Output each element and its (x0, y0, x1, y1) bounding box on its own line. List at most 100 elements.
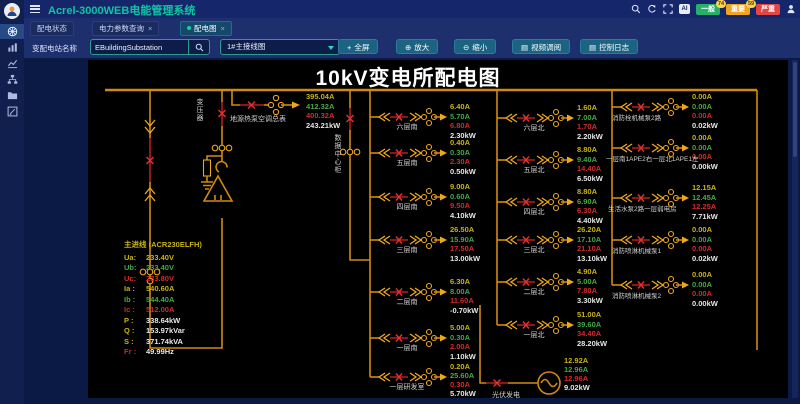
feeder-label: 一层研发室 (372, 382, 442, 392)
single-line-diagram-canvas: 10kV变电所配电图 (88, 60, 788, 398)
close-icon[interactable]: × (148, 24, 152, 33)
alarm-pill-general[interactable]: 一般74 (696, 4, 720, 15)
feeder-values: 8.80A9.40A14.40A6.50kW (577, 145, 623, 183)
transformer-label: 变压器 (194, 98, 204, 122)
control-log-button[interactable]: ▤控制日志 (580, 39, 638, 54)
feeder-label: 四层北 (503, 207, 565, 217)
ai-icon[interactable]: AI (679, 4, 690, 14)
cabinet-label: 数据中心柜 (332, 134, 342, 174)
feeder-values: 6.30A8.00A11.60A-0.70kW (450, 277, 496, 315)
alarm-label: 一般 (701, 6, 715, 13)
zoom-out-button[interactable]: ⊖缩小 (454, 39, 496, 54)
pv-label: 光伏发电 (476, 390, 536, 400)
active-dot-icon (187, 26, 191, 30)
bar-chart-icon (7, 42, 18, 53)
feeder-values: 9.00A0.60A9.50A4.10kW (450, 182, 496, 220)
button-label: 缩小 (472, 43, 487, 52)
refresh-icon[interactable] (647, 4, 657, 14)
feeder-values: 0.00A0.00A0.00A0.02kW (692, 92, 738, 130)
feeder-values: 51.00A39.60A34.40A28.20kW (577, 310, 623, 348)
sidebar-item-monitor[interactable] (0, 24, 24, 39)
plus-icon: + (347, 43, 351, 52)
feeder-label: 四层南 (376, 202, 438, 212)
user-icon[interactable] (786, 4, 796, 14)
feeder-label: 消防栓机械泵2路 (612, 112, 661, 122)
fullscreen-icon[interactable] (663, 4, 673, 14)
alarm-count-badge: 59 (746, 0, 756, 8)
button-label: 全屏 (354, 43, 369, 52)
feeder-values: 0.00A0.00A0.00A0.02kW (692, 225, 738, 263)
alarm-pill-critical[interactable]: 严重 (756, 4, 780, 15)
selected-diagram: 1#主接线图 (227, 42, 265, 51)
app-title: Acrel-3000WEB电能管理系统 (48, 2, 195, 18)
menu-icon[interactable] (30, 5, 40, 13)
acrel-3000web-app: Acrel-3000WEB电能管理系统 AI 一般74 重要59 严重 配电状态… (0, 0, 800, 404)
edit-icon (7, 106, 18, 117)
left-icon-sidebar (0, 0, 24, 404)
tab-distribution-diagram[interactable]: 配电图× (180, 21, 232, 36)
sitemap-icon (7, 74, 18, 85)
alarm-label: 重要 (731, 6, 745, 13)
station-search-input[interactable] (91, 40, 188, 54)
feeder-label: 六层南 (376, 122, 438, 132)
feeder-label: 一层南 (376, 343, 438, 353)
feeder-values: 0.00A0.00A0.00A0.00kW (692, 270, 738, 308)
user-avatar[interactable] (4, 3, 20, 19)
feeder-label: 三层南 (376, 245, 438, 255)
video-review-button[interactable]: ▤视频调阅 (512, 39, 570, 54)
tab-label: 配电状态 (37, 24, 67, 33)
search-button[interactable] (188, 40, 209, 54)
station-search-box (90, 39, 210, 55)
feeder-label: 消防喷淋机械泵1 (612, 245, 661, 255)
alarm-pill-important[interactable]: 重要59 (726, 4, 750, 15)
fullscreen-button[interactable]: +全屏 (338, 39, 378, 54)
button-label: 放大 (414, 43, 429, 52)
feeder-label: 二层南 (376, 297, 438, 307)
button-label: 视频调阅 (531, 43, 561, 52)
feeder-label: 一层北 (503, 330, 565, 340)
tab-label: 电力参数查询 (99, 24, 144, 33)
feeder-label: 二层北 (503, 287, 565, 297)
sidebar-item-trend[interactable] (0, 56, 24, 71)
pv-values: 12.92A12.96A12.96A9.02kW (564, 356, 610, 392)
feeder-values: 1.60A7.00A1.70A2.20kW (577, 103, 623, 141)
person-icon (6, 5, 18, 17)
main-incoming-panel: 主进线 (ACR230ELFH) Ua:233.40V Ub:233.40V U… (124, 240, 254, 358)
feeder-label: 三层北 (503, 245, 565, 255)
scrollbar-thumb[interactable] (793, 62, 797, 157)
sidebar-item-files[interactable] (0, 88, 24, 103)
feeder-values: 0.00A0.00A0.00A0.00kW (692, 133, 738, 171)
chevron-down-icon (328, 46, 334, 50)
feeder-label: 五层北 (503, 165, 565, 175)
zoom-out-icon: ⊖ (463, 43, 469, 52)
alarm-count-badge: 74 (716, 0, 726, 8)
document-icon: ▤ (521, 43, 528, 52)
feeder-label: 五层南 (376, 158, 438, 168)
feeder-values: 0.40A0.30A2.30A0.50kW (450, 138, 496, 176)
folder-icon (7, 90, 18, 101)
diagram-toolbar: 变配电站名称 1#主接线图 +全屏 ⊕放大 ⊖缩小 ▤视频调阅 ▤控制日志 (24, 36, 800, 58)
feeder-label: 消防喷淋机械泵2 (612, 290, 661, 300)
incoming-title: 主进线 (ACR230ELFH) (124, 240, 254, 251)
feeder-values: 26.50A15.90A17.50A13.00kW (450, 225, 496, 263)
sidebar-item-reports[interactable] (0, 40, 24, 55)
sidebar-item-network[interactable] (0, 72, 24, 87)
feeder-values: 5.00A0.30A2.00A1.10kW (450, 323, 496, 361)
sidebar-item-edit[interactable] (0, 104, 24, 119)
heat-pump-label: 地源热泵空调总表 (216, 114, 300, 124)
tab-param-query[interactable]: 电力参数查询 × (92, 21, 159, 36)
search-icon[interactable] (631, 4, 641, 14)
zoom-in-button[interactable]: ⊕放大 (396, 39, 438, 54)
tab-power-status[interactable]: 配电状态 (30, 21, 74, 36)
feeder-values: 6.40A5.70A6.80A2.30kW (450, 102, 496, 140)
feeder-label: 生活水泵2路一层弱电房 (608, 203, 677, 213)
diagram-select[interactable]: 1#主接线图 (220, 39, 340, 55)
feeder-values: 12.15A12.45A12.25A7.71kW (692, 183, 738, 221)
close-icon[interactable]: × (221, 24, 225, 33)
alarm-label: 严重 (761, 6, 775, 13)
button-label: 控制日志 (599, 43, 629, 52)
vertical-scrollbar[interactable] (792, 60, 798, 398)
search-icon (195, 43, 204, 52)
line-chart-icon (7, 58, 18, 69)
heat-pump-values: 395.04A412.32A400.32A243.21kW (306, 92, 352, 130)
